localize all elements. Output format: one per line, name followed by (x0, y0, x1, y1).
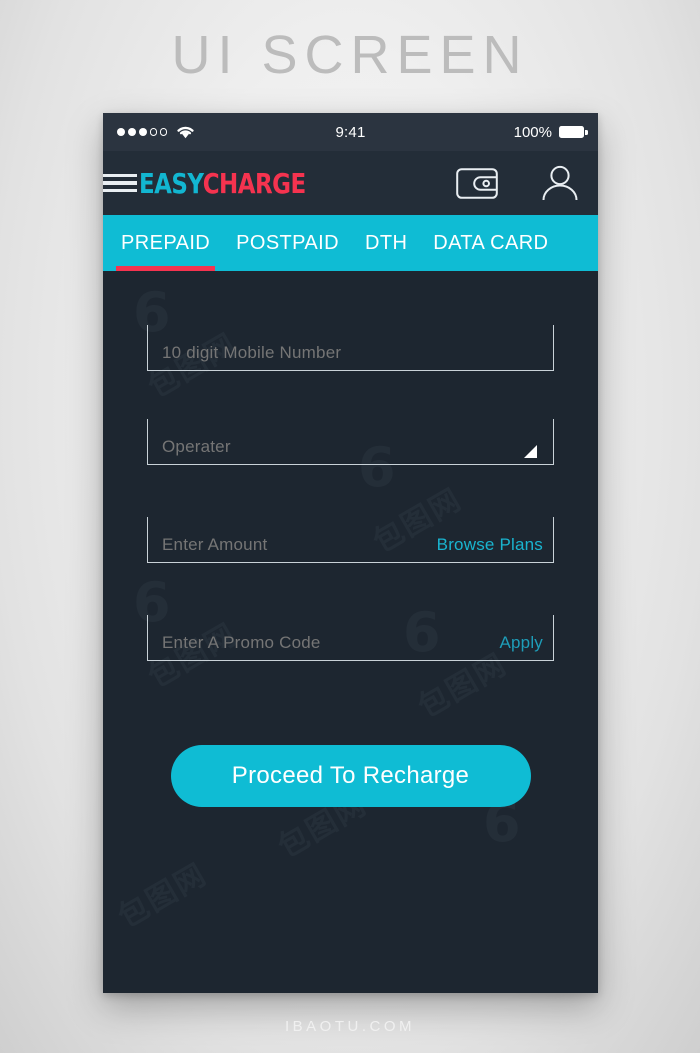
hamburger-line (103, 173, 137, 178)
phone-mockup: 9:41 100% EASYCHARGE PREPAID POSTPAID DT… (103, 113, 598, 993)
amount-input[interactable] (162, 535, 437, 555)
recharge-form-screen: 6 包图网 6 包图网 6 包图网 6 包图网 6 包图网 6 包图网 (103, 271, 598, 993)
operator-field-inner (148, 437, 553, 464)
tab-label: POSTPAID (236, 231, 339, 254)
dropdown-caret-icon[interactable] (524, 445, 537, 458)
form-spacer (147, 465, 554, 517)
promo-code-input[interactable] (162, 633, 500, 653)
app-logo-charge: CHARGE (202, 166, 306, 200)
battery-full-icon (559, 126, 588, 138)
mobile-number-field[interactable] (147, 325, 554, 371)
watermark-text: 包图网 (112, 856, 214, 936)
recharge-form: Browse Plans Apply Proceed To Recharge (103, 271, 598, 807)
form-spacer (147, 563, 554, 615)
wifi-icon (176, 125, 195, 139)
app-header-actions (456, 165, 580, 201)
promo-code-field[interactable]: Apply (147, 615, 554, 661)
wallet-icon[interactable] (456, 167, 498, 199)
poster-title: UI SCREEN (171, 25, 529, 85)
app-logo[interactable]: EASYCHARGE (139, 169, 306, 197)
tab-label: DTH (364, 231, 408, 254)
form-top-spacer (147, 271, 554, 325)
operator-select-input[interactable] (162, 437, 549, 457)
tab-postpaid[interactable]: POSTPAID (223, 215, 352, 271)
status-bar-right: 100% (513, 123, 588, 141)
operator-select-field[interactable] (147, 419, 554, 465)
app-logo-easy: EASY (139, 166, 203, 200)
signal-dot-empty (160, 128, 168, 136)
service-tabs: PREPAID POSTPAID DTH DATA CARD (103, 215, 598, 271)
signal-dot (117, 128, 125, 136)
browse-plans-link[interactable]: Browse Plans (437, 535, 549, 555)
signal-dot-empty (150, 128, 158, 136)
promo-field-inner: Apply (148, 633, 553, 660)
hamburger-line (103, 188, 137, 193)
signal-dot (128, 128, 136, 136)
proceed-to-recharge-button[interactable]: Proceed To Recharge (170, 745, 531, 807)
status-bar: 9:41 100% (103, 113, 598, 151)
user-profile-icon[interactable] (540, 165, 580, 201)
tab-data-card[interactable]: DATA CARD (420, 215, 561, 271)
apply-promo-link[interactable]: Apply (499, 633, 549, 653)
hamburger-line (103, 181, 137, 185)
signal-dot (139, 128, 147, 136)
tab-label: PREPAID (121, 231, 211, 254)
poster-footer: IBAOTU.COM (284, 1018, 415, 1035)
tab-dth[interactable]: DTH (352, 215, 420, 271)
battery-percent-label: 100% (513, 123, 552, 141)
app-header: EASYCHARGE (103, 151, 598, 215)
tab-prepaid[interactable]: PREPAID (108, 215, 223, 271)
status-bar-left (117, 125, 195, 139)
mobile-number-input[interactable] (162, 343, 549, 363)
form-spacer (147, 371, 554, 419)
hamburger-menu-icon[interactable] (103, 173, 137, 193)
amount-field[interactable]: Browse Plans (147, 517, 554, 563)
amount-field-inner: Browse Plans (148, 535, 553, 562)
mobile-number-field-inner (148, 343, 553, 370)
tab-label: DATA CARD (433, 231, 549, 254)
submit-area: Proceed To Recharge (147, 745, 554, 807)
signal-strength-icon (117, 128, 168, 136)
poster-canvas: UI SCREEN 9:41 100% EASYCHARGE PREPAID P… (0, 0, 700, 1053)
